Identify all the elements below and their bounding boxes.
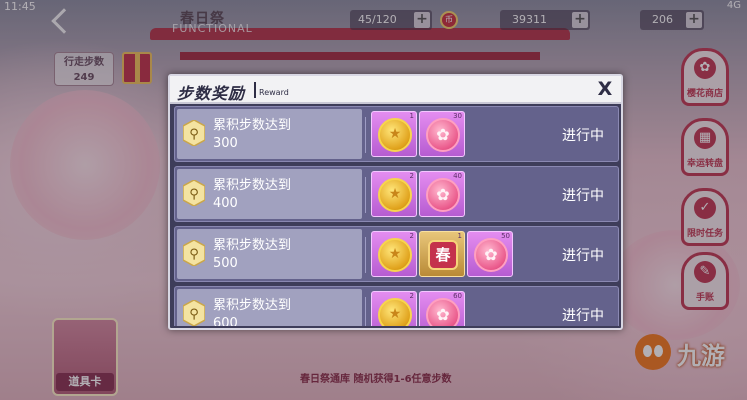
sakura-token-icon <box>426 118 460 152</box>
close-button[interactable]: X <box>595 78 615 100</box>
gold-coin-icon <box>378 178 412 212</box>
reward-item-sakura-token[interactable]: 30 <box>419 111 465 157</box>
reward-item-gold-coin[interactable]: 2 <box>371 231 417 277</box>
reward-item-gold-coin[interactable]: 1 <box>371 111 417 157</box>
gold-coin-icon <box>378 298 412 326</box>
requirement-text: 累积步数达到 <box>213 298 292 313</box>
gold-coin-icon <box>378 238 412 272</box>
reward-qty: 1 <box>457 232 462 240</box>
requirement-text: 累积步数达到 <box>213 238 292 253</box>
title-divider <box>254 82 256 98</box>
reward-row: ⚲ 累积步数达到 500 2 春 1 50 进行中 <box>174 226 619 282</box>
svg-text:⚲: ⚲ <box>189 187 199 202</box>
sakura-token-icon <box>426 298 460 326</box>
row-separator <box>365 177 366 213</box>
row-requirement: ⚲ 累积步数达到 400 <box>177 169 362 219</box>
requirement-text: 累积步数达到 <box>213 118 292 133</box>
reward-list[interactable]: ⚲ 累积步数达到 300 1 30 进行中 <box>174 106 619 326</box>
reward-row: ⚲ 累积步数达到 400 2 40 进行中 <box>174 166 619 222</box>
row-separator <box>365 117 366 153</box>
row-status: 进行中 <box>562 308 604 324</box>
row-requirement: ⚲ 累积步数达到 300 <box>177 109 362 159</box>
modal-title: 步数奖励 <box>177 84 246 103</box>
svg-text:⚲: ⚲ <box>189 307 199 322</box>
footprint-icon: ⚲ <box>183 300 205 326</box>
gold-coin-icon <box>378 118 412 152</box>
row-description: 累积步数达到 400 <box>213 177 291 213</box>
row-status: 进行中 <box>562 248 604 264</box>
reward-qty: 1 <box>409 112 414 120</box>
spring-emblem-icon: 春 <box>428 240 458 270</box>
reward-qty: 2 <box>409 172 414 180</box>
row-separator <box>365 237 366 273</box>
requirement-value: 500 <box>213 256 238 271</box>
sakura-token-icon <box>426 178 460 212</box>
reward-item-sakura-token[interactable]: 60 <box>419 291 465 326</box>
requirement-text: 累积步数达到 <box>213 178 292 193</box>
row-description: 累积步数达到 300 <box>213 117 291 153</box>
sakura-token-icon <box>474 238 508 272</box>
footprint-icon: ⚲ <box>183 120 205 146</box>
row-status: 进行中 <box>562 128 604 144</box>
reward-item-sakura-token[interactable]: 50 <box>467 231 513 277</box>
requirement-value: 600 <box>213 316 238 326</box>
row-description: 累积步数达到 500 <box>213 237 291 273</box>
reward-item-sakura-token[interactable]: 40 <box>419 171 465 217</box>
modal-subtitle: Reward <box>259 88 289 97</box>
row-separator <box>365 297 366 326</box>
reward-qty: 60 <box>453 292 462 300</box>
footprint-icon: ⚲ <box>183 240 205 266</box>
row-description: 累积步数达到 600 <box>213 297 291 326</box>
reward-item-gold-coin[interactable]: 2 <box>371 171 417 217</box>
footprint-icon: ⚲ <box>183 180 205 206</box>
reward-row: ⚲ 累积步数达到 300 1 30 进行中 <box>174 106 619 162</box>
reward-item-gold-coin[interactable]: 2 <box>371 291 417 326</box>
row-status: 进行中 <box>562 188 604 204</box>
reward-qty: 2 <box>409 292 414 300</box>
reward-qty: 30 <box>453 112 462 120</box>
reward-qty: 40 <box>453 172 462 180</box>
svg-text:⚲: ⚲ <box>189 127 199 142</box>
svg-text:⚲: ⚲ <box>189 247 199 262</box>
reward-item-emblem[interactable]: 春 1 <box>419 231 465 277</box>
row-requirement: ⚲ 累积步数达到 600 <box>177 289 362 326</box>
step-reward-modal: 步数奖励 Reward X ⚲ 累积步数达到 300 1 <box>168 74 623 330</box>
requirement-value: 300 <box>213 136 238 151</box>
row-requirement: ⚲ 累积步数达到 500 <box>177 229 362 279</box>
modal-header: 步数奖励 Reward X <box>170 76 621 104</box>
reward-row: ⚲ 累积步数达到 600 2 60 进行中 <box>174 286 619 326</box>
reward-qty: 2 <box>409 232 414 240</box>
reward-qty: 50 <box>501 232 510 240</box>
requirement-value: 400 <box>213 196 238 211</box>
